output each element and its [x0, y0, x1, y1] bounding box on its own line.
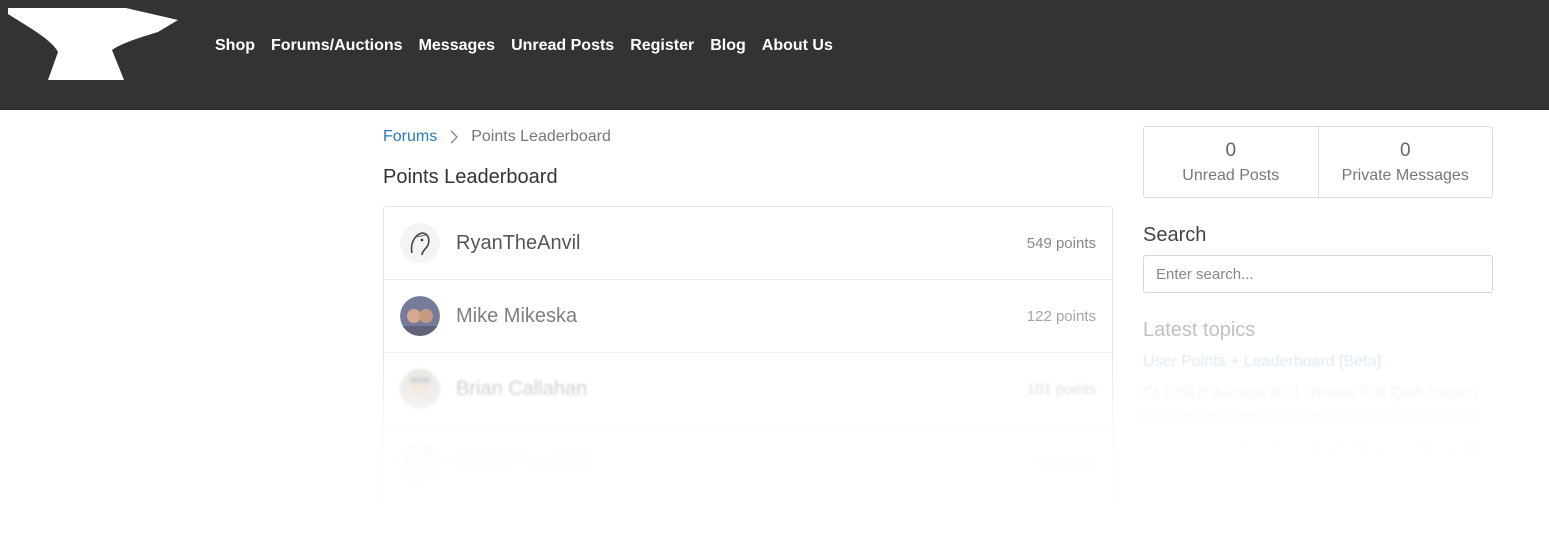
page-title: Points Leaderboard [383, 166, 558, 188]
avatar[interactable] [400, 296, 440, 336]
nav-register[interactable]: Register [630, 37, 694, 55]
private-messages-stat[interactable]: 0 Private Messages [1317, 127, 1493, 197]
latest-topics-heading: Latest topics [1143, 319, 1256, 341]
nav-shop[interactable]: Shop [215, 37, 255, 55]
leaderboard-row[interactable]: RyanTheAnvil 549 points [384, 207, 1112, 280]
stats-panel: 0 Unread Posts 0 Private Messages [1143, 126, 1493, 198]
leaderboard-row[interactable]: Brian Callahan 101 points [384, 353, 1112, 426]
points-value: 122 points [1026, 307, 1096, 325]
username[interactable]: Mike Mikeska [456, 305, 1027, 328]
sidebar: 0 Unread Posts 0 Private Messages Search… [1143, 126, 1493, 494]
username[interactable]: Brian Callahan [456, 378, 1027, 401]
avatar[interactable] [400, 223, 440, 263]
nav-blog[interactable]: Blog [710, 37, 746, 55]
leaderboard-row[interactable]: RONNY LAIRD 98 points [384, 426, 1112, 499]
nav-unread-posts[interactable]: Unread Posts [511, 37, 614, 55]
latest-topics-list: User Points + Leaderboard [Beta] CLOSED … [1143, 350, 1493, 486]
search-heading: Search [1143, 224, 1207, 246]
main-nav: Shop Forums/Auctions Messages Unread Pos… [215, 37, 833, 55]
leaderboard-list: RyanTheAnvil 549 points Mike Mikeska 122… [383, 206, 1113, 506]
nav-about-us[interactable]: About Us [762, 37, 833, 55]
breadcrumb-forums-link[interactable]: Forums [383, 128, 437, 146]
main-content: Forums Points Leaderboard Points Leaderb… [383, 126, 1113, 506]
points-value: 549 points [1026, 234, 1096, 252]
unread-posts-stat[interactable]: 0 Unread Posts [1144, 127, 1318, 197]
breadcrumb: Forums Points Leaderboard [383, 126, 1113, 148]
top-navigation-bar: Shop Forums/Auctions Messages Unread Pos… [0, 0, 1549, 110]
breadcrumb-current: Points Leaderboard [471, 128, 611, 145]
points-value: 98 points [1035, 453, 1096, 471]
nav-messages[interactable]: Messages [419, 37, 496, 55]
search-input[interactable] [1143, 255, 1493, 293]
unread-posts-count: 0 [1225, 140, 1237, 161]
topic-link[interactable]: CLOSED Auction 8/21: Brown Full Quill Os… [1143, 382, 1493, 430]
avatar[interactable] [400, 442, 440, 482]
avatar[interactable] [400, 369, 440, 409]
private-messages-count: 0 [1399, 140, 1411, 161]
topic-link[interactable]: User Points + Leaderboard [Beta] [1143, 350, 1493, 374]
unread-posts-label: Unread Posts [1182, 167, 1280, 184]
chevron-right-icon [449, 130, 459, 144]
private-messages-label: Private Messages [1341, 167, 1469, 184]
leaderboard-row[interactable]: Mike Mikeska 122 points [384, 280, 1112, 353]
points-value: 101 points [1026, 380, 1096, 398]
anvil-logo-icon[interactable] [8, 8, 180, 84]
topic-link[interactable]: CLOSED Auction 8/2: Denim Blue GIRAFFE M… [1143, 438, 1493, 486]
username[interactable]: RyanTheAnvil [456, 232, 1027, 255]
nav-forums-auctions[interactable]: Forums/Auctions [271, 37, 403, 55]
username[interactable]: RONNY LAIRD [456, 451, 1035, 474]
